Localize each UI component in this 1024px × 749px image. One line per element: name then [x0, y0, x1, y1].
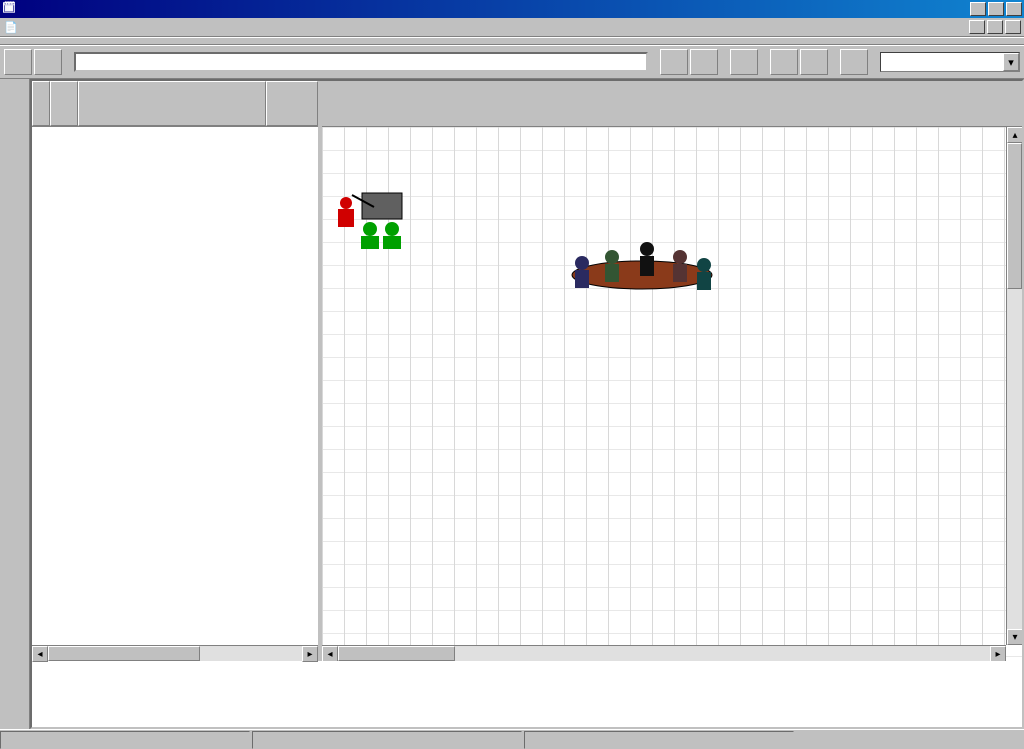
menubar: 📄	[0, 18, 1024, 37]
gantt-header	[322, 81, 1022, 127]
app-icon: 🗓	[2, 1, 18, 17]
doc-icon: 📄	[4, 21, 18, 34]
duration-column-header[interactable]	[266, 81, 318, 126]
child-minimize-button[interactable]	[969, 20, 985, 34]
gantt-vscroll[interactable]: ▴ ▾	[1006, 127, 1022, 645]
task-grid: ◂ ▸	[32, 81, 322, 661]
statusbar	[0, 729, 1024, 749]
tool-button[interactable]	[840, 49, 868, 75]
maximize-button[interactable]	[988, 2, 1004, 16]
workspace: ◂ ▸	[0, 79, 1024, 729]
titlebar: 🗓	[0, 0, 1024, 18]
view-combo[interactable]: ▾	[880, 52, 1020, 72]
close-button[interactable]	[1006, 2, 1022, 16]
chevron-down-icon[interactable]: ▾	[1003, 53, 1019, 71]
expand-column-header[interactable]	[32, 81, 50, 126]
task-grid-header	[32, 81, 318, 127]
outdent-button[interactable]	[660, 49, 688, 75]
view-bar	[0, 79, 30, 729]
child-maximize-button[interactable]	[987, 20, 1003, 34]
accept-edit-button[interactable]	[34, 49, 62, 75]
indent-button[interactable]	[690, 49, 718, 75]
name-column-header[interactable]	[78, 81, 266, 126]
toolbar-main	[0, 37, 1024, 45]
scroll-right-icon[interactable]: ▸	[990, 646, 1006, 661]
id-column-header[interactable]	[50, 81, 78, 126]
formula-input[interactable]	[74, 52, 648, 72]
gantt-chart: ▴ ▾ ◂ ▸	[322, 81, 1022, 661]
gantt-hscroll[interactable]: ◂ ▸	[322, 645, 1006, 661]
child-close-button[interactable]	[1005, 20, 1021, 34]
gantt-body[interactable]	[322, 127, 1022, 661]
presenter-clipart	[328, 189, 418, 249]
cancel-edit-button[interactable]	[4, 49, 32, 75]
autosum-button[interactable]	[730, 49, 758, 75]
toolbar-formula: ▾	[0, 45, 1024, 79]
minimize-button[interactable]	[970, 2, 986, 16]
columns-button-2[interactable]	[800, 49, 828, 75]
document-area: ◂ ▸	[30, 79, 1024, 729]
scroll-right-icon[interactable]: ▸	[302, 646, 318, 662]
scroll-left-icon[interactable]: ◂	[32, 646, 48, 662]
task-hscroll[interactable]: ◂ ▸	[32, 645, 318, 661]
meeting-clipart	[552, 235, 732, 305]
scroll-down-icon[interactable]: ▾	[1007, 629, 1022, 645]
scroll-left-icon[interactable]: ◂	[322, 646, 338, 661]
columns-button-1[interactable]	[770, 49, 798, 75]
scroll-up-icon[interactable]: ▴	[1007, 127, 1022, 143]
